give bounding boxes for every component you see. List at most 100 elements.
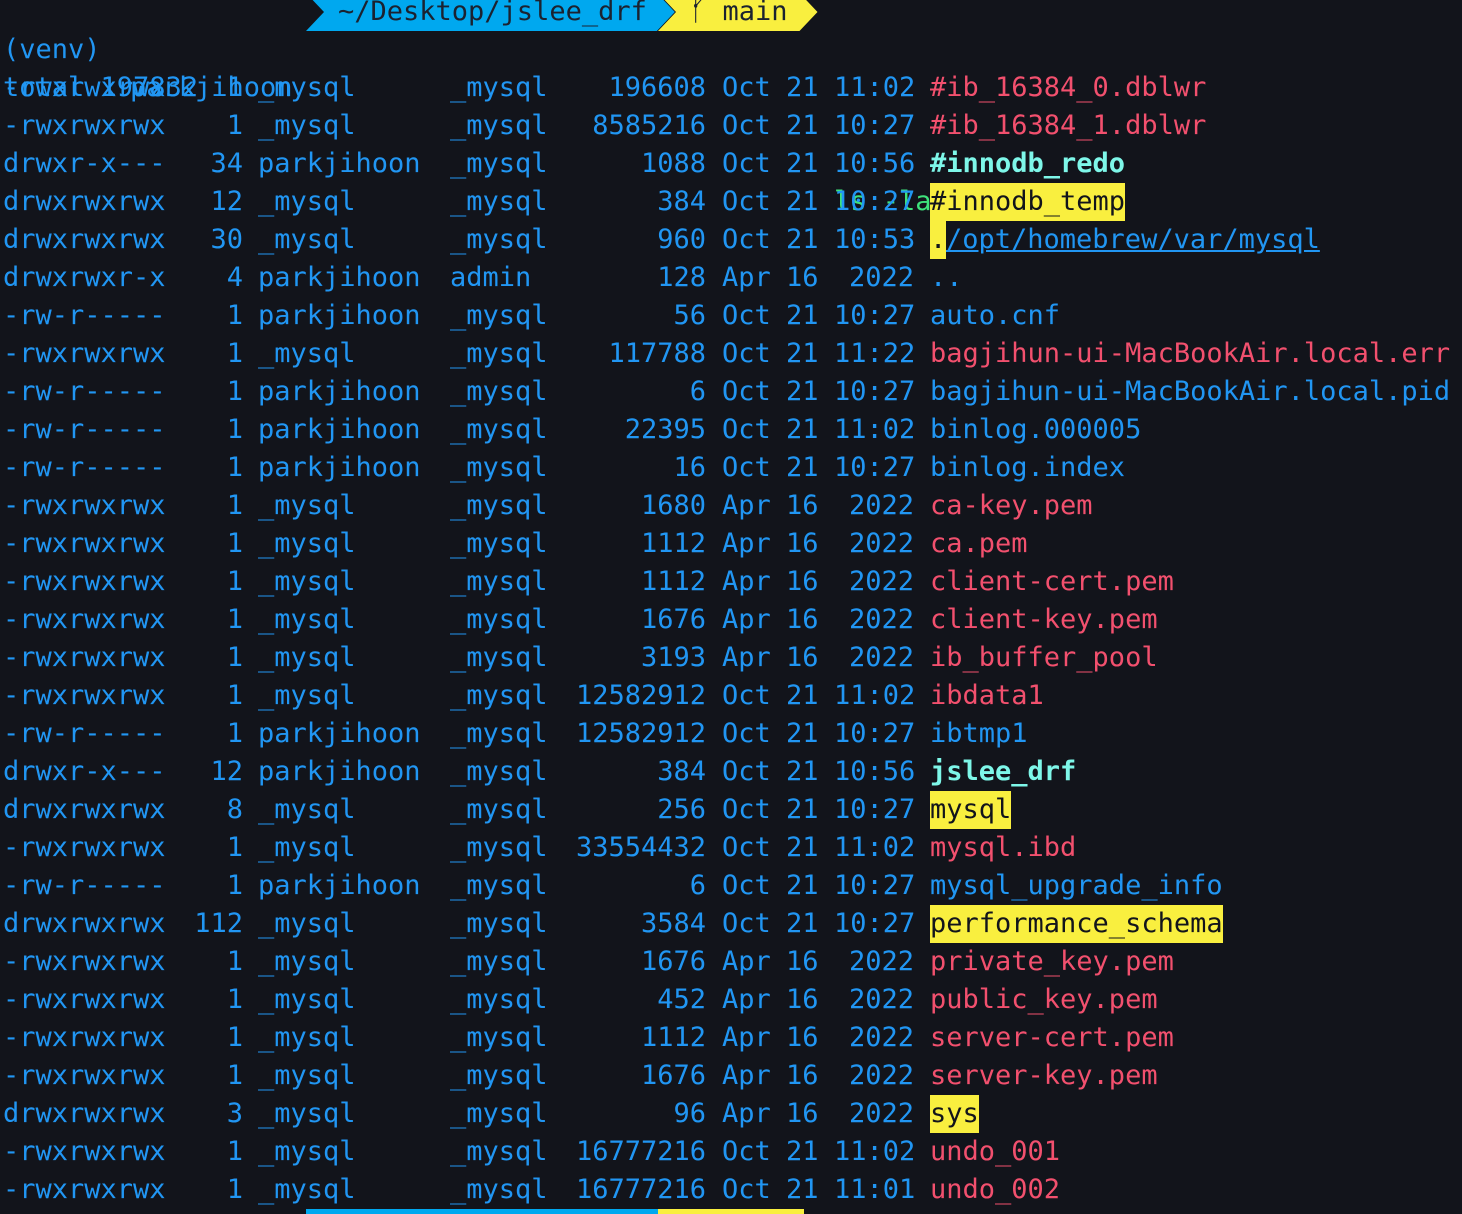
- entry-group: _mysql: [450, 490, 548, 521]
- entry-name[interactable]: mysql_upgrade_info: [930, 867, 1223, 905]
- entry-owner: parkjihoon: [258, 148, 421, 179]
- listing-row: -rwxrwxrwx 1 _mysql _mysql 16777216 Oct 21 11:0…: [0, 1171, 1462, 1209]
- entry-group: _mysql: [450, 1174, 548, 1205]
- entry-time: 2022: [848, 490, 914, 521]
- entry-size: 3193: [640, 642, 706, 673]
- listing-row: drwxrwxrwx 8 _mysql _mysql 256 Oct 21 10:27 mysq…: [0, 791, 1462, 829]
- entry-name[interactable]: ibdata1: [930, 677, 1044, 715]
- entry-size: 16777216: [575, 1136, 706, 1167]
- entry-mon: Apr: [722, 946, 771, 977]
- entry-time: 2022: [848, 642, 914, 673]
- entry-links: 1: [226, 946, 243, 977]
- entry-name[interactable]: mysql: [930, 791, 1012, 829]
- entry-name[interactable]: auto.cnf: [930, 297, 1060, 335]
- entry-size: 1676: [640, 604, 706, 635]
- entry-links: 1: [226, 300, 243, 331]
- entry-name[interactable]: ib_buffer_pool: [930, 639, 1158, 677]
- entry-owner: parkjihoon: [258, 262, 421, 293]
- entry-links: 1: [226, 110, 243, 141]
- entry-name[interactable]: private_key.pem: [930, 943, 1174, 981]
- entry-time: 10:27: [834, 300, 916, 331]
- entry-time: 10:27: [834, 376, 916, 407]
- entry-name[interactable]: ibtmp1: [930, 715, 1028, 753]
- entry-name[interactable]: .: [930, 221, 947, 259]
- entry-owner: _mysql: [258, 1136, 356, 1167]
- entry-name[interactable]: jslee_drf: [930, 753, 1076, 791]
- entry-name[interactable]: ..: [930, 259, 963, 297]
- entry-owner: _mysql: [258, 224, 356, 255]
- entry-name[interactable]: sys: [930, 1095, 979, 1133]
- terminal-window[interactable]: (venv) parkjihoon ~/Desktop/jslee_drf ᚶ …: [0, 0, 1462, 1214]
- entry-owner: _mysql: [258, 186, 356, 217]
- listing-row: -rwxrwxrwx 1 _mysql _mysql 117788 Oct 21 11:22 b…: [0, 335, 1462, 373]
- entry-links: 1: [226, 718, 243, 749]
- prompt-branch: main: [722, 0, 788, 27]
- entry-name[interactable]: #ib_16384_0.dblwr: [930, 69, 1206, 107]
- listing-row: -rwxrwxrwx 1 _mysql _mysql 1676 Apr 16 2022 priv…: [0, 943, 1462, 981]
- entry-day: 21: [786, 414, 819, 445]
- entry-owner: parkjihoon: [258, 718, 421, 749]
- entry-links: 1: [226, 832, 243, 863]
- entry-name[interactable]: #innodb_redo: [930, 145, 1125, 183]
- entry-name[interactable]: server-key.pem: [930, 1057, 1158, 1095]
- entry-name[interactable]: client-cert.pem: [930, 563, 1174, 601]
- entry-name[interactable]: #innodb_temp: [930, 183, 1126, 221]
- entry-size: 12582912: [575, 680, 706, 711]
- entry-perm: drwxr-x---: [3, 756, 166, 787]
- listing-row: -rwxrwxrwx 1 _mysql _mysql 33554432 Oct 21 11:0…: [0, 829, 1462, 867]
- entry-time: 10:27: [834, 794, 916, 825]
- entry-owner: _mysql: [258, 338, 356, 369]
- entry-day: 21: [786, 376, 819, 407]
- entry-name[interactable]: ca-key.pem: [930, 487, 1093, 525]
- entry-size: 960: [657, 224, 706, 255]
- entry-day: 16: [786, 1022, 819, 1053]
- entry-owner: parkjihoon: [258, 300, 421, 331]
- entry-time: 10:56: [834, 148, 916, 179]
- entry-time: 2022: [848, 1022, 914, 1053]
- entry-group: _mysql: [450, 680, 548, 711]
- entry-links: 1: [226, 452, 243, 483]
- entry-name[interactable]: bagjihun-ui-MacBookAir.local.pid: [930, 373, 1450, 411]
- entry-perm: -rw-r-----: [3, 718, 166, 749]
- entry-owner: _mysql: [258, 1098, 356, 1129]
- entry-time: 2022: [848, 984, 914, 1015]
- entry-perm: -rwxrwxrwx: [3, 604, 166, 635]
- entry-size: 452: [657, 984, 706, 1015]
- entry-perm: -rwxrwxrwx: [3, 72, 166, 103]
- listing-row: -rwxrwxrwx 1 _mysql _mysql 16777216 Oct 21 11:0…: [0, 1133, 1462, 1171]
- entry-day: 21: [786, 1174, 819, 1205]
- entry-name[interactable]: mysql.ibd: [930, 829, 1076, 867]
- entry-size: 6: [689, 376, 706, 407]
- entry-group: _mysql: [450, 794, 548, 825]
- entry-group: _mysql: [450, 984, 548, 1015]
- entry-links: 3: [226, 1098, 243, 1129]
- entry-size: 33554432: [575, 832, 706, 863]
- total-line: total 197832: [0, 31, 1462, 103]
- entry-perm: -rwxrwxrwx: [3, 946, 166, 977]
- entry-name[interactable]: undo_001: [930, 1133, 1060, 1171]
- listing-row: -rwxrwxrwx 1 _mysql _mysql 1676 Apr 16 2022 serv…: [0, 1057, 1462, 1095]
- entry-owner: parkjihoon: [258, 414, 421, 445]
- entry-perm: -rwxrwxrwx: [3, 1060, 166, 1091]
- entry-name[interactable]: client-key.pem: [930, 601, 1158, 639]
- entry-mon: Apr: [722, 262, 771, 293]
- entry-perm: drwxrwxrwx: [3, 908, 166, 939]
- entry-group: _mysql: [450, 870, 548, 901]
- entry-name[interactable]: bagjihun-ui-MacBookAir.local.err: [930, 335, 1450, 373]
- entry-mon: Oct: [722, 224, 771, 255]
- entry-group: _mysql: [450, 338, 548, 369]
- entry-name[interactable]: binlog.index: [930, 449, 1125, 487]
- entry-name[interactable]: #ib_16384_1.dblwr: [930, 107, 1206, 145]
- entry-size: 1676: [640, 1060, 706, 1091]
- entry-links: 1: [226, 604, 243, 635]
- entry-name[interactable]: undo_002: [930, 1171, 1060, 1209]
- entry-perm: drwxr-x---: [3, 148, 166, 179]
- entry-name[interactable]: public_key.pem: [930, 981, 1158, 1019]
- entry-time: 11:02: [834, 72, 916, 103]
- entry-owner: _mysql: [258, 490, 356, 521]
- entry-name[interactable]: performance_schema: [930, 905, 1223, 943]
- entry-name[interactable]: binlog.000005: [930, 411, 1141, 449]
- entry-group: _mysql: [450, 566, 548, 597]
- entry-name[interactable]: ca.pem: [930, 525, 1028, 563]
- entry-name[interactable]: server-cert.pem: [930, 1019, 1174, 1057]
